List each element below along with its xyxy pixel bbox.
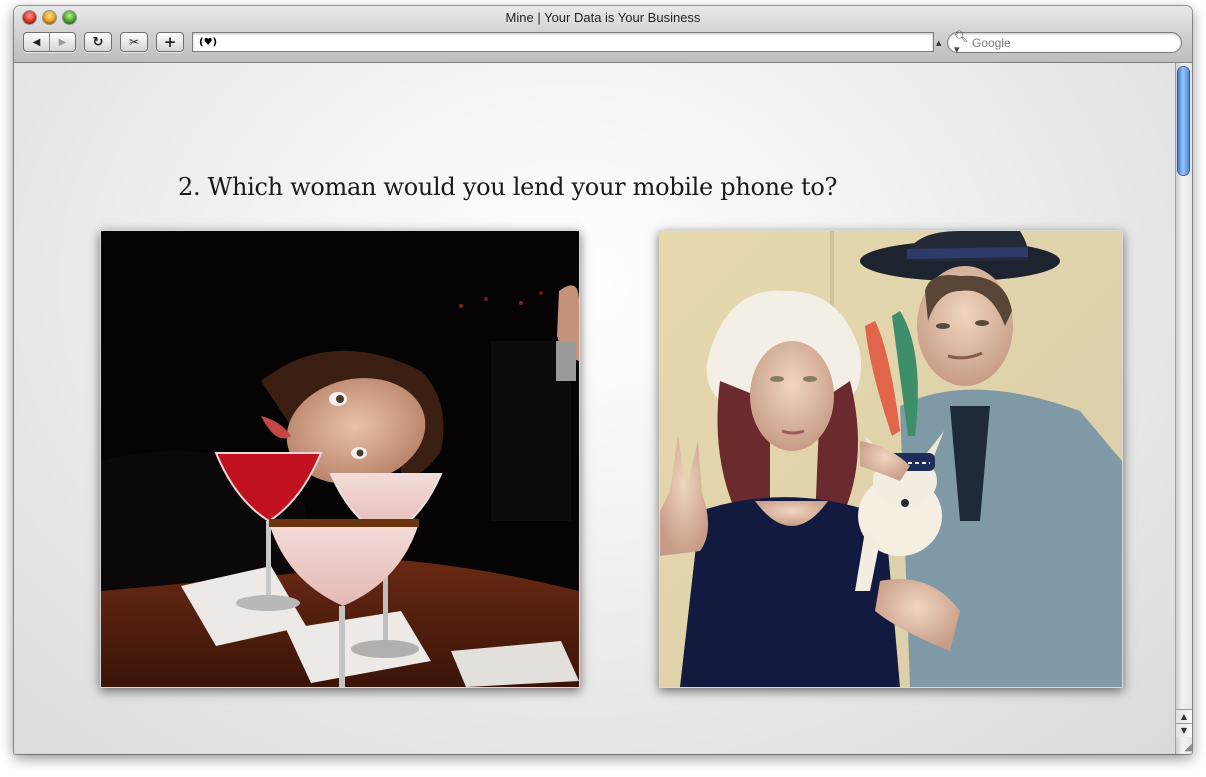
reload-button[interactable]: ↻ <box>84 32 112 52</box>
back-forward-group: ◀ ▶ <box>23 32 76 52</box>
question-heading: 2. Which woman would you lend your mobil… <box>178 173 838 201</box>
forward-arrow-icon: ▶ <box>58 36 67 48</box>
web-clip-button[interactable]: ✂ <box>120 32 148 52</box>
vertical-scrollbar[interactable]: ▲ ▼ ◢ <box>1175 63 1192 754</box>
page-content: 2. Which woman would you lend your mobil… <box>14 63 1175 754</box>
search-input[interactable] <box>972 35 1162 50</box>
search-field[interactable]: 🔍︎▾ <box>947 30 1182 56</box>
browser-window: Mine | Your Data is Your Business ◀ ▶ ↻ … <box>14 6 1192 754</box>
address-bar[interactable]: (♥) <box>192 32 934 52</box>
window-title: Mine | Your Data is Your Business <box>505 10 701 25</box>
scroll-down-arrow-icon[interactable]: ▼ <box>1176 723 1192 737</box>
address-dropdown-arrow-icon[interactable]: ▲ <box>936 39 941 47</box>
photo-option-2[interactable] <box>659 230 1123 688</box>
search-icon[interactable]: 🔍︎▾ <box>954 30 972 56</box>
cocktails-photo-image <box>101 231 579 687</box>
forward-button[interactable]: ▶ <box>50 33 75 51</box>
add-bookmark-button[interactable]: + <box>156 32 184 52</box>
scissors-icon: ✂ <box>128 35 140 49</box>
title-bar: Mine | Your Data is Your Business ◀ ▶ ↻ … <box>14 6 1192 63</box>
scrollbar-thumb[interactable] <box>1178 67 1189 175</box>
back-button[interactable]: ◀ <box>24 33 50 51</box>
reload-icon: ↻ <box>92 34 104 50</box>
scroll-up-arrow-icon[interactable]: ▲ <box>1176 709 1192 723</box>
back-arrow-icon: ◀ <box>32 36 41 48</box>
group-photo-image <box>660 231 1122 687</box>
resize-grip-icon[interactable]: ◢ <box>1176 737 1192 753</box>
plus-icon: + <box>163 33 177 51</box>
photo-option-1[interactable] <box>100 230 580 688</box>
site-favicon-icon: (♥) <box>199 36 218 48</box>
